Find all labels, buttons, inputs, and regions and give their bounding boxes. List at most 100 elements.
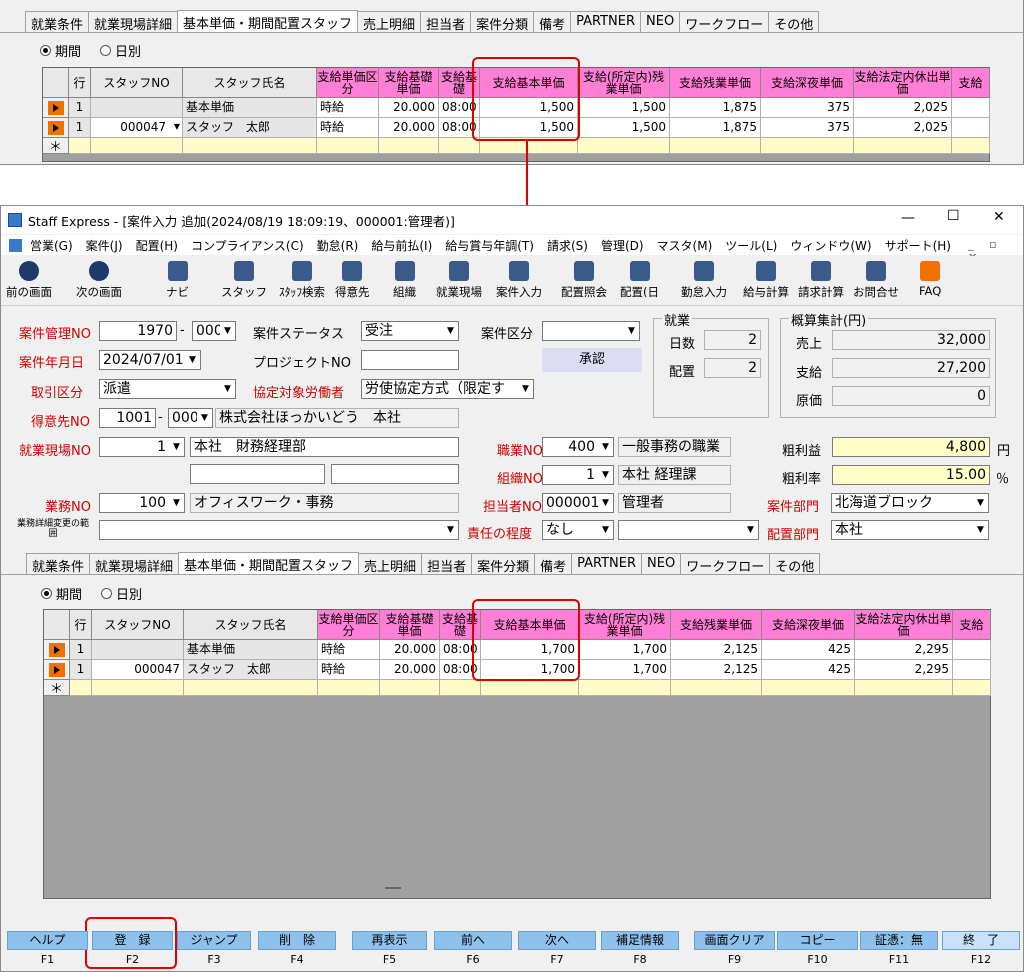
menu-item-2[interactable]: 配置(H) bbox=[136, 237, 178, 254]
toolbar-12[interactable]: 給与計算 bbox=[743, 261, 789, 300]
rate-field[interactable]: 15.00 bbox=[832, 465, 990, 485]
period-radio-bottom[interactable]: 期間 bbox=[41, 584, 82, 603]
new-row-cell[interactable] bbox=[953, 680, 991, 696]
new-row-cell[interactable] bbox=[318, 680, 380, 696]
bottom-tab-1[interactable]: 就業現場詳細 bbox=[89, 553, 180, 575]
cell-name[interactable]: 基本単価 bbox=[183, 98, 317, 118]
tokui-sub-field[interactable]: 000 ▼ bbox=[168, 408, 213, 428]
menu-item-1[interactable]: 案件(J) bbox=[86, 237, 123, 254]
row-indicator[interactable] bbox=[44, 640, 70, 660]
cell-shinya[interactable]: 375 bbox=[761, 118, 854, 138]
new-row-cell[interactable] bbox=[184, 680, 318, 696]
cell-kubun[interactable]: 時給 bbox=[318, 660, 380, 680]
kanri-sub-field[interactable]: 000 ▼ bbox=[192, 321, 236, 341]
toolbar-0[interactable]: 前の画面 bbox=[6, 261, 52, 300]
fkey-button-f4[interactable]: 削 除 bbox=[258, 931, 336, 950]
chevron-down-icon[interactable]: ▼ bbox=[624, 322, 639, 340]
new-row-cell[interactable] bbox=[69, 138, 91, 154]
shokugyo-no-field[interactable]: 400 ▼ bbox=[542, 437, 614, 457]
cell-zangyo[interactable]: 1,875 bbox=[670, 98, 761, 118]
maximize-button[interactable]: ☐ bbox=[947, 208, 960, 224]
menu-item-11[interactable]: ウィンドウ(W) bbox=[790, 237, 871, 254]
bottom-tab-4[interactable]: 担当者 bbox=[421, 553, 473, 575]
menu-item-4[interactable]: 勤怠(R) bbox=[317, 237, 359, 254]
scrollbar-grip[interactable] bbox=[385, 887, 401, 889]
top-tab-9[interactable]: ワークフロー bbox=[679, 11, 770, 33]
kubun-select[interactable]: ▼ bbox=[542, 321, 640, 341]
cell-kubun[interactable]: 時給 bbox=[317, 98, 379, 118]
toolbar-7[interactable]: 就業現場 bbox=[436, 261, 482, 300]
new-row-cell[interactable] bbox=[183, 138, 317, 154]
menu-item-9[interactable]: マスタ(M) bbox=[657, 237, 713, 254]
genba-sub2[interactable] bbox=[331, 464, 459, 484]
cell-name[interactable]: スタッフ 太郎 bbox=[184, 660, 318, 680]
chevron-down-icon[interactable]: ▼ bbox=[220, 380, 235, 398]
torihiki-select[interactable]: 派遣 ▼ bbox=[99, 379, 236, 399]
toolbar-5[interactable]: 得意先 bbox=[335, 261, 370, 300]
toolbar-4[interactable]: ｽﾀｯﾌ検索 bbox=[279, 261, 325, 300]
cell-shinya[interactable]: 375 bbox=[761, 98, 854, 118]
cell-zangyo[interactable]: 2,125 bbox=[671, 660, 762, 680]
chevron-down-icon[interactable]: ▼ bbox=[598, 466, 613, 484]
daily-radio-bottom[interactable]: 日別 bbox=[101, 584, 142, 603]
chevron-down-icon[interactable]: ▼ bbox=[220, 322, 235, 340]
genba-name-field[interactable]: 本社 財務経理部 bbox=[190, 437, 459, 457]
fkey-button-f5[interactable]: 再表示 bbox=[352, 931, 427, 950]
cell-staff_no[interactable]: 000047 bbox=[92, 660, 184, 680]
cell-kyushutsu[interactable]: 2,295 bbox=[855, 660, 953, 680]
new-row-cell[interactable] bbox=[578, 138, 670, 154]
fkey-button-f11[interactable]: 証憑：無 bbox=[860, 931, 938, 950]
toolbar-8[interactable]: 案件入力 bbox=[496, 261, 542, 300]
bottom-tab-5[interactable]: 案件分類 bbox=[471, 553, 536, 575]
new-row-cell[interactable] bbox=[380, 680, 440, 696]
cell-shinya[interactable]: 425 bbox=[762, 640, 855, 660]
genba-sub1[interactable] bbox=[190, 464, 325, 484]
cell-shotei[interactable]: 1,500 bbox=[578, 98, 670, 118]
menu-item-6[interactable]: 給与賞与年調(T) bbox=[445, 237, 534, 254]
gyomu-detail-select[interactable]: ▼ bbox=[99, 520, 459, 540]
arari-field[interactable]: 4,800 bbox=[832, 437, 990, 457]
toolbar-3[interactable]: スタッフ bbox=[221, 261, 267, 300]
cell-name[interactable]: スタッフ 太郎 bbox=[183, 118, 317, 138]
tokui-no-field[interactable]: 1001 bbox=[99, 408, 156, 428]
bottom-tab-8[interactable]: NEO bbox=[641, 553, 682, 574]
row-indicator[interactable] bbox=[43, 98, 69, 118]
chevron-down-icon[interactable]: ▼ bbox=[443, 521, 458, 539]
cell-extra[interactable] bbox=[953, 660, 991, 680]
fkey-button-f7[interactable]: 次へ bbox=[518, 931, 596, 950]
cell-zangyo[interactable]: 2,125 bbox=[671, 640, 762, 660]
sekinin-select[interactable]: なし ▼ bbox=[542, 520, 614, 540]
cell-kiso[interactable]: 20.000 bbox=[380, 640, 440, 660]
row-indicator[interactable] bbox=[44, 660, 70, 680]
top-tab-4[interactable]: 担当者 bbox=[420, 11, 472, 33]
toolbar-14[interactable]: お問合せ bbox=[853, 261, 899, 300]
cell-zangyo[interactable]: 1,875 bbox=[670, 118, 761, 138]
bottom-tab-0[interactable]: 就業条件 bbox=[26, 553, 91, 575]
daily-radio[interactable]: 日別 bbox=[100, 41, 141, 60]
bottom-tab-6[interactable]: 備考 bbox=[534, 553, 573, 575]
chevron-down-icon[interactable]: ▼ bbox=[973, 521, 988, 539]
new-row-cell[interactable] bbox=[70, 680, 92, 696]
bottom-tab-3[interactable]: 売上明細 bbox=[358, 553, 423, 575]
cell-shotei[interactable]: 1,700 bbox=[579, 640, 671, 660]
new-row-cell[interactable] bbox=[440, 680, 481, 696]
chevron-down-icon[interactable]: ▼ bbox=[197, 409, 212, 427]
fkey-button-f8[interactable]: 補足情報 bbox=[601, 931, 679, 950]
chevron-down-icon[interactable]: ▼ bbox=[169, 494, 184, 512]
project-field[interactable] bbox=[361, 350, 459, 370]
soshiki-no-field[interactable]: 1 ▼ bbox=[542, 465, 614, 485]
tanto-no-field[interactable]: 000001 ▼ bbox=[542, 493, 614, 513]
chevron-down-icon[interactable]: ▼ bbox=[174, 118, 180, 136]
bottom-tab-10[interactable]: その他 bbox=[769, 553, 821, 575]
menu-item-3[interactable]: コンプライアンス(C) bbox=[191, 237, 304, 254]
toolbar-11[interactable]: 勤怠入力 bbox=[681, 261, 727, 300]
cell-name[interactable]: 基本単価 bbox=[184, 640, 318, 660]
row-indicator[interactable] bbox=[43, 118, 69, 138]
gyomu-no-field[interactable]: 100 ▼ bbox=[99, 493, 185, 513]
bumon-select[interactable]: 北海道ブロック ▼ bbox=[831, 493, 989, 513]
top-tab-10[interactable]: その他 bbox=[768, 11, 820, 33]
top-tab-7[interactable]: PARTNER bbox=[570, 11, 642, 32]
cell-kiso[interactable]: 20.000 bbox=[380, 660, 440, 680]
fkey-button-f9[interactable]: 画面クリア bbox=[694, 931, 775, 950]
toolbar-1[interactable]: 次の画面 bbox=[76, 261, 122, 300]
